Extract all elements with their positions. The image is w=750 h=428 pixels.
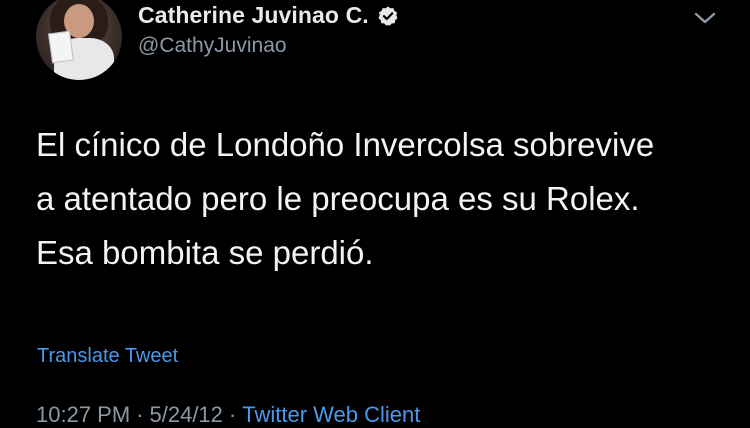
tweet-text-line: Esa bombita se perdió.	[36, 234, 374, 271]
avatar-paper	[48, 30, 74, 64]
meta-separator: ·	[136, 402, 144, 427]
tweet-text: El cínico de Londoño Invercolsa sobreviv…	[36, 118, 726, 280]
tweet-meta: 10:27 PM · 5/24/12 · Twitter Web Client	[36, 402, 420, 428]
avatar[interactable]	[36, 0, 122, 80]
author-display-name[interactable]: Catherine Juvinao C.	[138, 2, 369, 29]
meta-separator: ·	[228, 402, 237, 427]
verified-badge-icon	[377, 5, 399, 27]
tweet-text-line: El cínico de Londoño Invercolsa sobreviv…	[36, 126, 655, 163]
author-name-row[interactable]: Catherine Juvinao C.	[138, 2, 399, 29]
tweet-source-link[interactable]: Twitter Web Client	[242, 402, 420, 427]
chevron-down-icon[interactable]	[692, 8, 718, 28]
author-handle[interactable]: @CathyJuvinao	[138, 34, 287, 58]
tweet-time[interactable]: 10:27 PM	[36, 402, 130, 427]
tweet-date[interactable]: 5/24/12	[150, 402, 223, 427]
translate-tweet-link[interactable]: Translate Tweet	[37, 345, 178, 368]
tweet-text-line: a atentado pero le preocupa es su Rolex.	[36, 180, 640, 217]
